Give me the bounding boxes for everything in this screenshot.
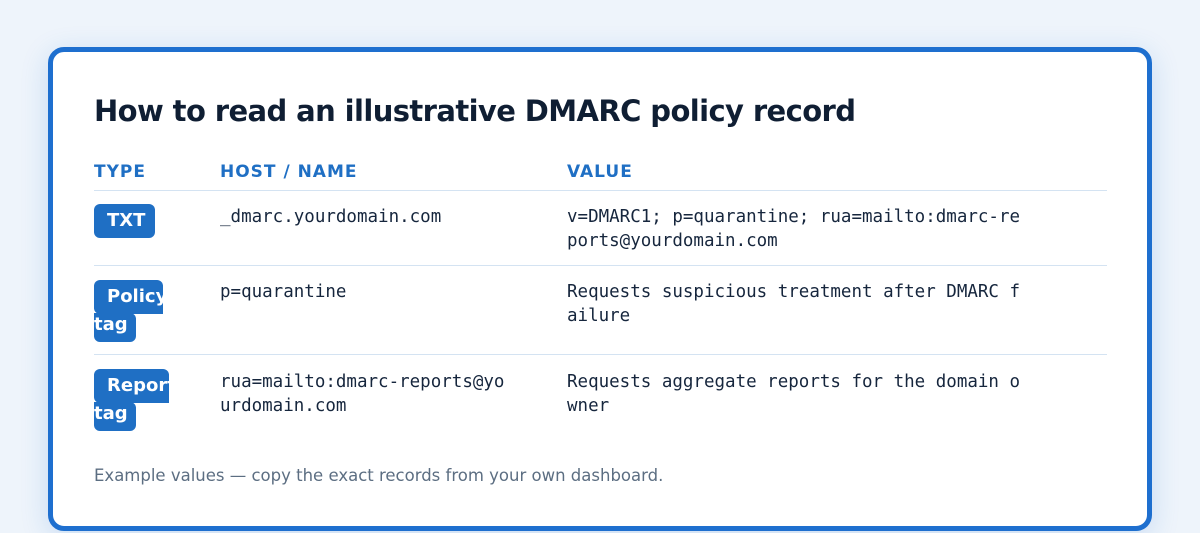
record-value: v=DMARC1; p=quarantine; rua=mailto:dmarc… [567, 207, 1021, 251]
report-tag-label: tag [94, 403, 128, 424]
card-title: How to read an illustrative DMARC policy… [94, 94, 856, 128]
footnote: Example values — copy the exact records … [94, 466, 664, 485]
record-type-label: TXT [107, 210, 146, 231]
record-value: Requests suspicious treatment after DMAR… [567, 282, 1021, 326]
policy-tag-label: tag [94, 314, 128, 335]
report-tag-label: Report [107, 375, 176, 396]
column-header-value: VALUE [567, 162, 633, 182]
policy-tag-badge: Policy [94, 280, 167, 314]
dmarc-record-card: How to read an illustrative DMARC policy… [48, 47, 1152, 531]
policy-tag-label: Policy [107, 286, 168, 307]
report-tag-badge: Report [94, 369, 176, 403]
column-header-type: TYPE [94, 162, 146, 182]
policy-tag-badge-continuation: tag [94, 313, 136, 342]
host-value: rua=mailto:dmarc-reports@yo urdomain.com [220, 372, 505, 416]
host-value: _dmarc.yourdomain.com [220, 207, 442, 227]
record-type-badge: TXT [94, 204, 155, 238]
host-value: p=quarantine [220, 282, 347, 302]
row-divider [94, 265, 1107, 266]
report-tag-badge-continuation: tag [94, 402, 136, 431]
header-divider [94, 190, 1107, 191]
record-value: Requests aggregate reports for the domai… [567, 372, 1021, 416]
row-divider [94, 354, 1107, 355]
column-header-host: HOST / NAME [220, 162, 358, 182]
